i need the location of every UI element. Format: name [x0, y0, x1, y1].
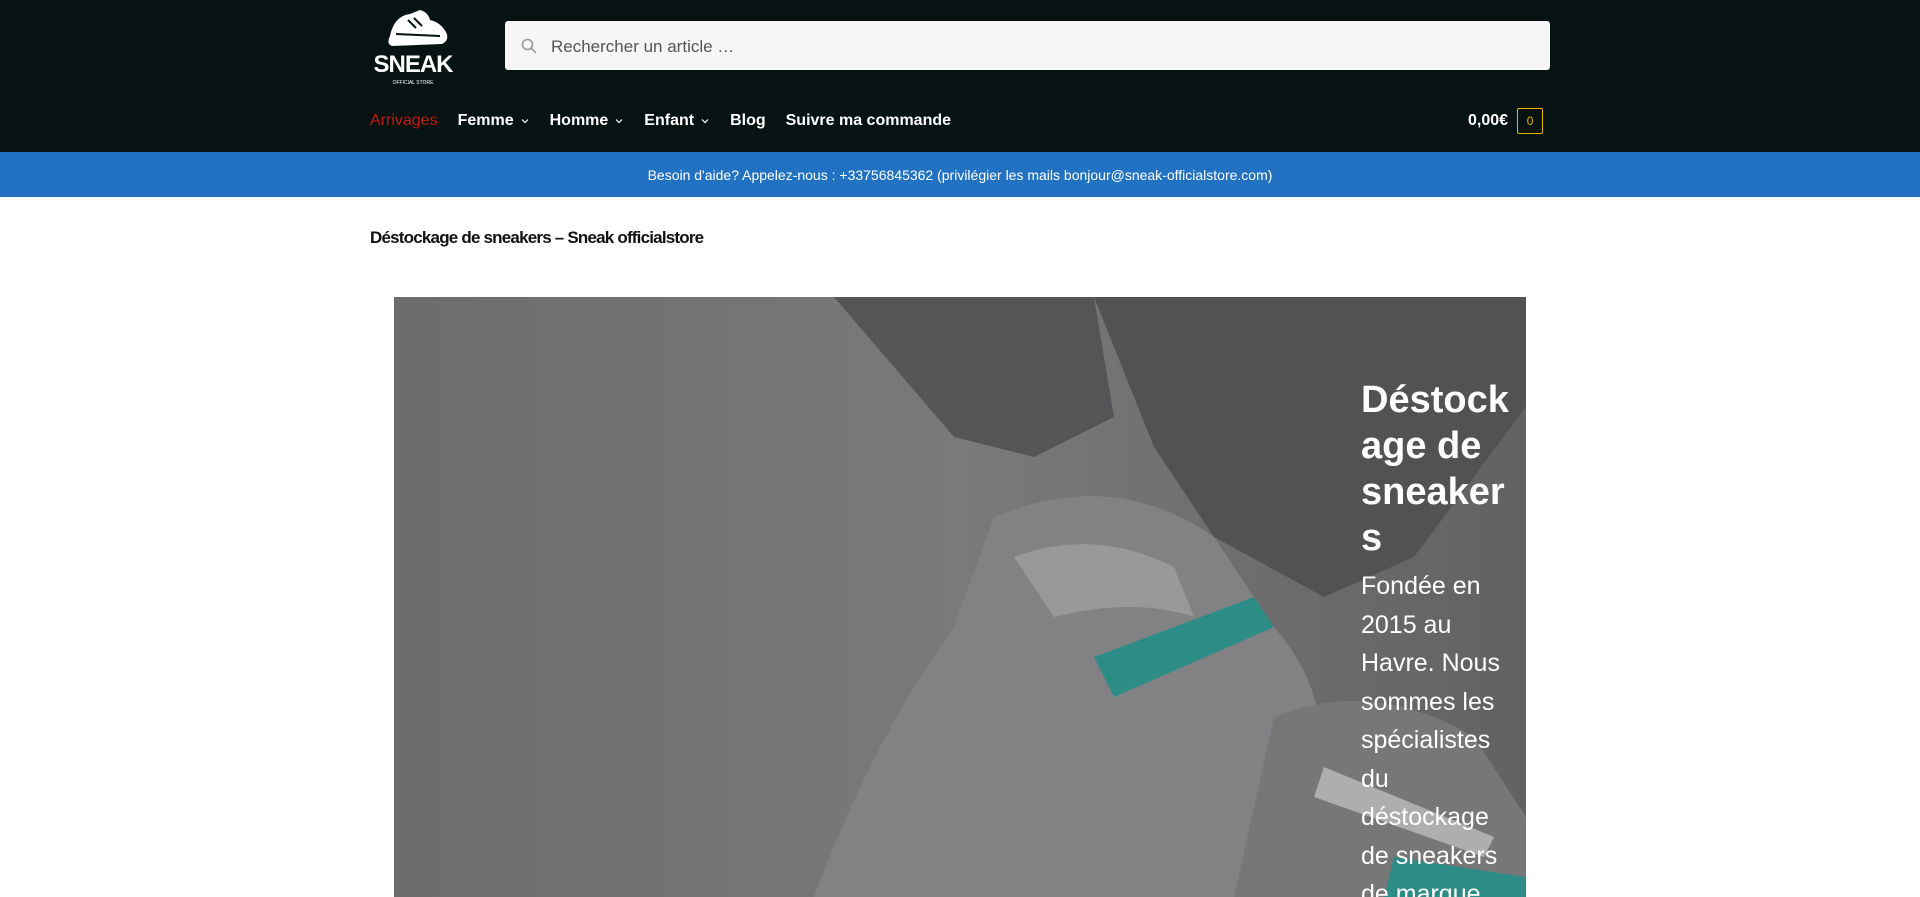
hero-text-block: Déstockage de sneakers Fondée en 2015 au…: [1361, 377, 1511, 897]
nav-item-suivre-commande[interactable]: Suivre ma commande: [786, 112, 951, 130]
nav-item-label: Homme: [549, 112, 609, 129]
search-input[interactable]: [549, 21, 1533, 72]
hero-title: Déstockage de sneakers: [1361, 379, 1509, 559]
sneak-logo[interactable]: SNEAK OFFICIAL STORE: [370, 6, 456, 88]
nav-item-label: Blog: [730, 112, 766, 129]
nav-item-homme[interactable]: Homme: [550, 112, 625, 130]
logo-text: SNEAK: [373, 51, 454, 78]
chevron-down-icon: [701, 119, 709, 124]
nav-item-blog[interactable]: Blog: [730, 112, 766, 130]
chevron-down-icon: [615, 119, 623, 124]
chevron-down-icon: [521, 119, 529, 124]
help-banner-text: Besoin d'aide? Appelez-nous : +337568453…: [647, 166, 1273, 183]
nav-item-arrivages[interactable]: Arrivages: [370, 112, 438, 130]
site-header: SNEAK OFFICIAL STORE Arrivages Femme Hom…: [0, 0, 1920, 152]
cart-count-badge: 0: [1517, 108, 1544, 134]
cart-button[interactable]: 0,00€ 0: [1468, 107, 1544, 135]
nav-item-label: Arrivages: [370, 112, 438, 129]
help-banner: Besoin d'aide? Appelez-nous : +337568453…: [0, 152, 1920, 197]
hero-body: Fondée en 2015 au Havre. Nous sommes les…: [1361, 572, 1500, 897]
nav-item-enfant[interactable]: Enfant: [644, 112, 710, 130]
cart-total: 0,00€: [1468, 112, 1509, 129]
hero-banner: Déstockage de sneakers Fondée en 2015 au…: [394, 297, 1526, 897]
nav-item-label: Suivre ma commande: [785, 112, 952, 129]
logo-subtext: OFFICIAL STORE: [393, 80, 435, 86]
nav-item-label: Femme: [457, 112, 514, 129]
search-icon: [521, 38, 537, 54]
nav-item-femme[interactable]: Femme: [458, 112, 530, 130]
page-title: Déstockage de sneakers – Sneak officials…: [370, 228, 704, 247]
sneaker-photo: [394, 297, 1526, 897]
main-nav: Arrivages Femme Homme Enfant Blog Suivre…: [370, 108, 971, 134]
nav-item-label: Enfant: [644, 112, 695, 129]
search-bar[interactable]: [505, 21, 1550, 72]
